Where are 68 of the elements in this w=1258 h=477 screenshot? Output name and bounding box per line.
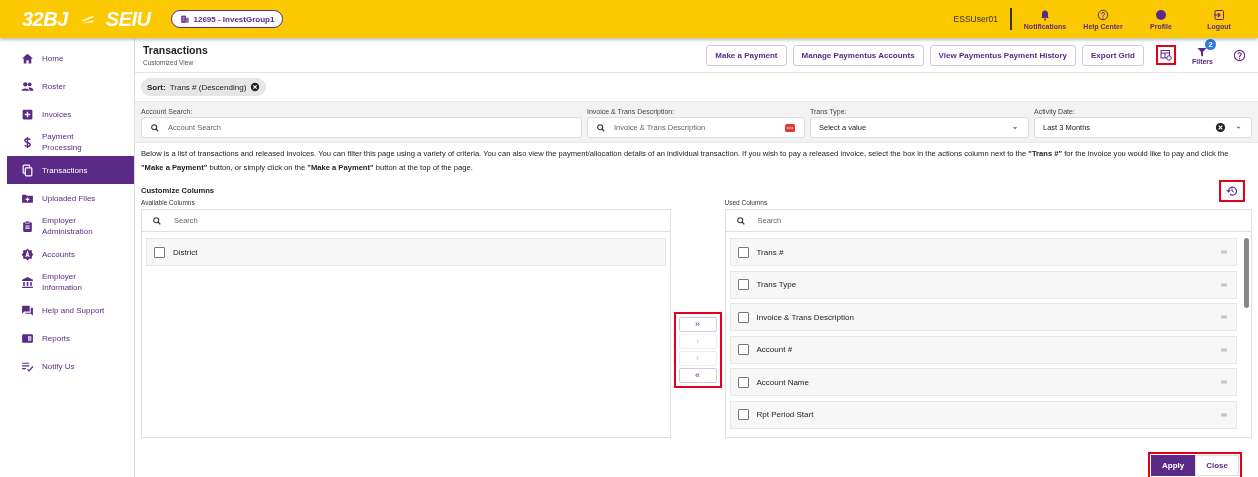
sidebar-item[interactable]: Reports (7, 324, 134, 352)
search-icon (150, 122, 160, 133)
home-icon (21, 51, 34, 65)
column-settings-button[interactable] (1156, 45, 1176, 65)
column-item[interactable]: Invoice & Trans Description (729, 303, 1237, 331)
sidebar-item[interactable]: Payment Processing (7, 128, 134, 156)
action-button[interactable]: Export Grid (1081, 44, 1144, 66)
checkbox[interactable] (737, 246, 749, 258)
funnel-icon (1196, 45, 1209, 58)
transfer-button[interactable]: » (678, 317, 717, 332)
checkbox[interactable] (154, 246, 165, 258)
clear-icon (1215, 122, 1226, 133)
sidebar-item[interactable]: Home (7, 44, 134, 72)
column-item[interactable]: District (146, 238, 666, 266)
history-icon (1226, 185, 1238, 197)
chat-icon (21, 303, 34, 317)
close-icon (250, 82, 261, 92)
building-icon (179, 14, 190, 24)
copy-icon (21, 163, 34, 177)
checkbox[interactable] (737, 279, 749, 290)
group-selector[interactable]: 12695 - InvestGroup1 (170, 10, 284, 28)
checkbox[interactable] (737, 311, 749, 323)
avatar-icon (1155, 8, 1167, 21)
sidebar-item[interactable]: Invoices (7, 100, 134, 128)
plus-box-icon (21, 107, 34, 121)
transfer-button[interactable]: « (678, 368, 717, 383)
reset-button[interactable] (1222, 183, 1242, 199)
page-title: Transactions (143, 44, 209, 56)
search-icon (152, 215, 162, 226)
user-name: ESSUser01 (953, 8, 1012, 30)
logo-text: 32BJ (22, 7, 68, 31)
help-icon (1233, 48, 1246, 62)
column-item[interactable]: Trans Type (729, 270, 1237, 299)
footer-button[interactable]: Close (1195, 455, 1239, 476)
sidebar-item[interactable]: Roster (7, 72, 134, 100)
footer-button[interactable]: Apply (1150, 455, 1196, 476)
people-icon (21, 79, 34, 93)
sidebar-item[interactable]: Help and Support (7, 296, 134, 324)
badge-icon (21, 247, 34, 261)
sidebar-item[interactable]: Uploaded Files (7, 184, 134, 212)
checkbox[interactable] (737, 409, 749, 420)
column-item[interactable]: Account # (729, 335, 1237, 364)
search-icon (735, 215, 746, 226)
column-item[interactable]: Rpt Period Start (729, 400, 1237, 429)
action-button[interactable]: Manage Paymentus Accounts (792, 44, 924, 66)
sidebar-item[interactable]: Transactions (7, 156, 134, 184)
column-item[interactable]: Trans # (729, 238, 1237, 266)
logout-icon (1213, 8, 1225, 21)
sort-chip[interactable]: Sort: Trans # (Descending) (141, 78, 267, 96)
help-icon (1097, 8, 1109, 21)
clipboard-icon (21, 219, 34, 233)
more-icon (784, 121, 796, 134)
sidebar-item[interactable]: Employer Administration (7, 212, 134, 240)
report-icon (21, 331, 34, 345)
action-button[interactable]: View Paymentus Payment History (929, 44, 1076, 66)
checkbox[interactable] (737, 376, 749, 388)
grid-settings-icon (1160, 49, 1172, 61)
search-icon (596, 122, 606, 133)
checkbox[interactable] (737, 344, 749, 355)
bell-icon (1039, 8, 1051, 21)
dollar-icon (21, 135, 34, 149)
column-item[interactable]: Account Name (729, 368, 1237, 396)
sidebar-item[interactable]: Accounts (7, 240, 134, 268)
sidebar-item[interactable]: Notify Us (7, 352, 134, 380)
action-button[interactable]: Make a Payment (706, 44, 787, 66)
sidebar-item[interactable]: Employer Information (7, 268, 134, 296)
bank-icon (21, 275, 34, 289)
logo-text: SEIU (105, 7, 151, 31)
